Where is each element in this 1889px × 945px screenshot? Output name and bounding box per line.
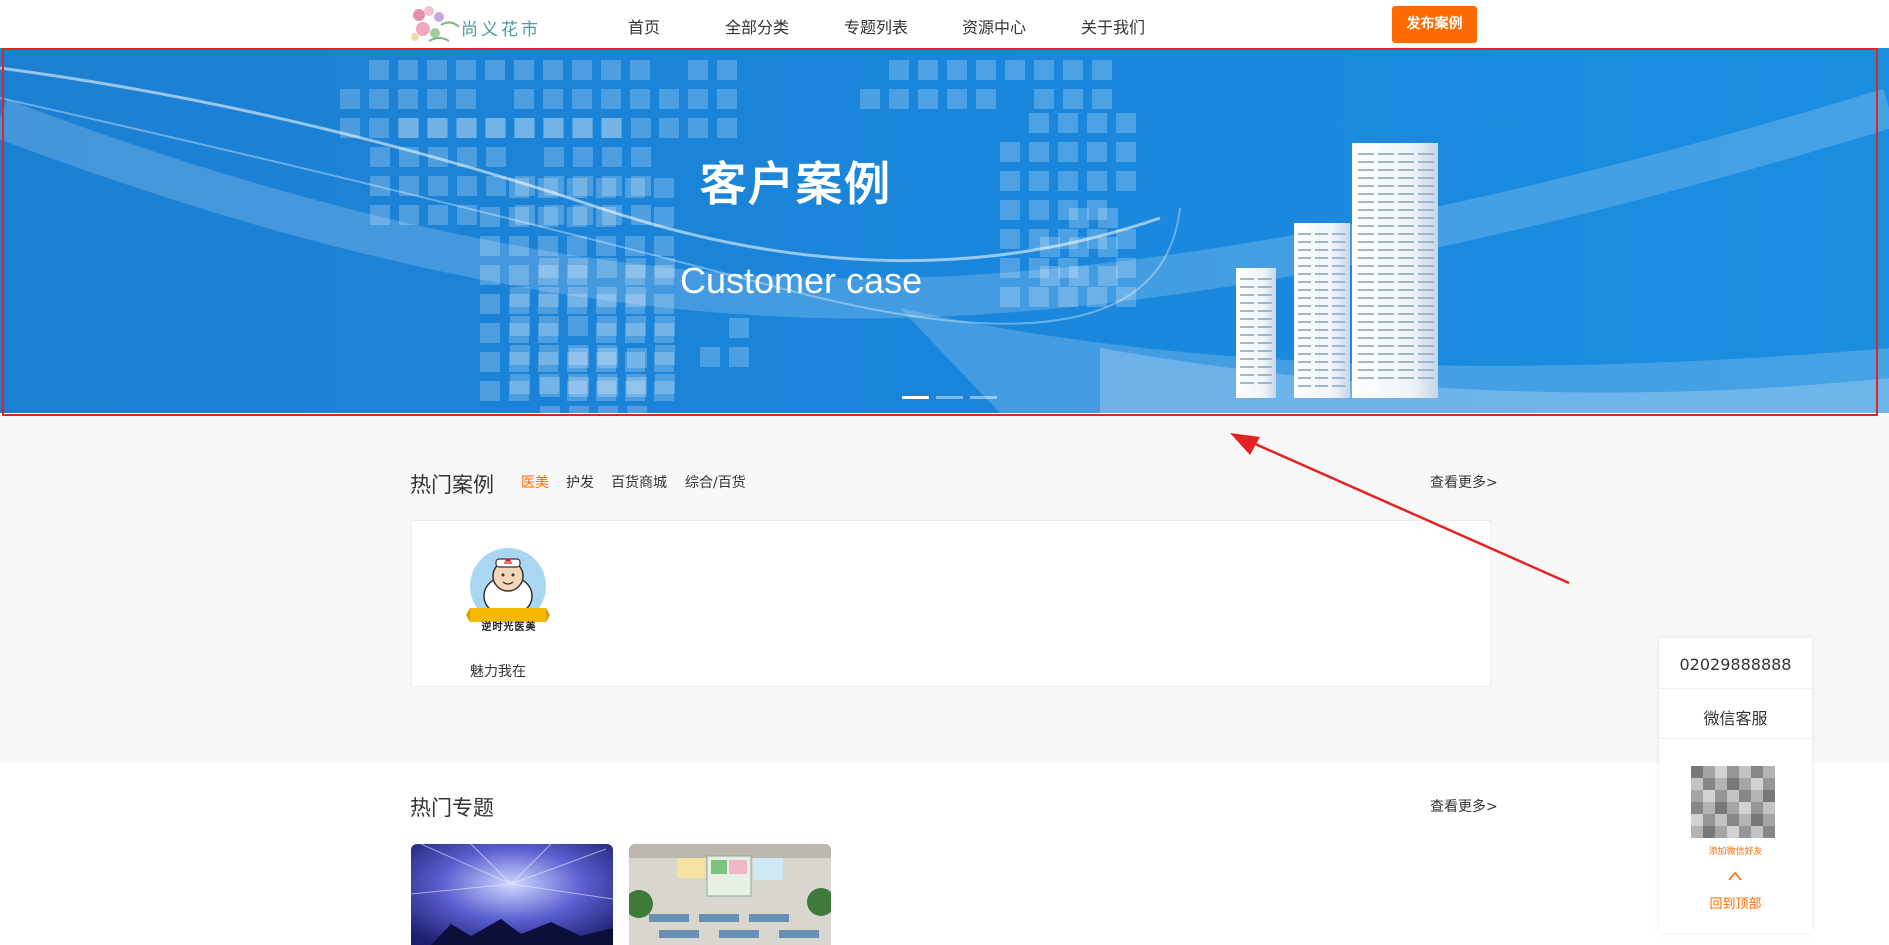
carousel-dot-2[interactable] (936, 396, 963, 399)
topic-image-classroom (629, 844, 831, 945)
banner-background-graphic (0, 48, 1889, 413)
divider (1659, 688, 1812, 689)
nav-topic-list[interactable]: 专题列表 (844, 14, 908, 38)
chevron-up-icon[interactable] (1727, 870, 1743, 882)
divider (1659, 738, 1812, 739)
topic-card-classroom[interactable] (629, 844, 831, 945)
nav-all-categories[interactable]: 全部分类 (725, 14, 789, 38)
topic-image-concert (411, 844, 613, 945)
nav-home[interactable]: 首页 (628, 14, 660, 38)
topic-card-concert[interactable] (411, 844, 613, 945)
hot-topics-more-link[interactable]: 查看更多> (1430, 796, 1498, 816)
carousel-dot-3[interactable] (970, 396, 997, 399)
banner-subtitle: Customer case (680, 260, 923, 301)
case-logo-caption: 逆时光医美 (481, 622, 537, 633)
tab-medical-beauty[interactable]: 医美 (521, 472, 549, 492)
tab-general-goods[interactable]: 综合/百货 (685, 472, 746, 492)
hot-cases-title: 热门案例 (410, 473, 494, 497)
publish-case-button[interactable]: 发布案例 (1392, 6, 1477, 43)
nav-resource-center[interactable]: 资源中心 (962, 14, 1026, 38)
annotation-arrow (1230, 433, 1570, 585)
top-header: 尚义花市 首页 全部分类 专题列表 资源中心 关于我们 发布案例 (0, 0, 1889, 48)
logo-text: 尚义花市 (461, 20, 541, 40)
tab-hair-care[interactable]: 护发 (566, 472, 594, 492)
hot-topics-title: 热门专题 (410, 796, 494, 820)
qr-tip-text: 添加微信好友 (1708, 847, 1763, 857)
tab-department-mall[interactable]: 百货商城 (611, 472, 667, 492)
flower-logo-icon (411, 6, 460, 42)
carousel-dot-1[interactable] (902, 396, 929, 399)
service-phone[interactable]: 02029888888 (1659, 655, 1812, 674)
back-to-top-button[interactable]: 回到顶部 (1659, 893, 1812, 912)
wechat-qr-code-icon[interactable] (1691, 766, 1775, 838)
case-name: 魅力我在 (470, 664, 526, 680)
site-logo[interactable]: 尚义花市 (411, 5, 547, 45)
wechat-service-label[interactable]: 微信客服 (1659, 705, 1812, 729)
banner-carousel[interactable]: 客户案例 Customer case (0, 48, 1889, 413)
nav-about-us[interactable]: 关于我们 (1081, 14, 1145, 38)
customer-service-panel: 02029888888 微信客服 添加微信好友 回到顶部 (1659, 638, 1812, 933)
banner-title: 客户案例 (700, 157, 892, 211)
